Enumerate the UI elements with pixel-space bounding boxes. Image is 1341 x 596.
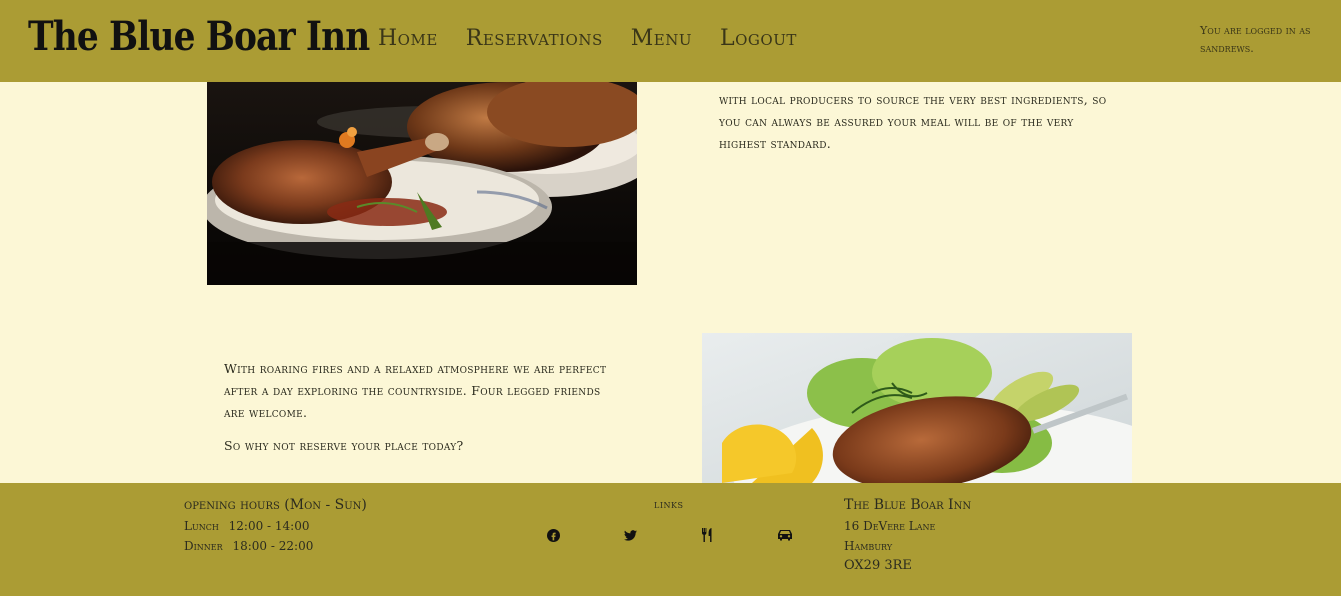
address-postcode: OX29 3RE (844, 558, 912, 573)
nav-home-link[interactable]: Home (378, 26, 438, 51)
address-name: The Blue Boar Inn (844, 497, 972, 513)
links-section: links (654, 497, 683, 511)
lunch-label: Lunch (184, 519, 219, 533)
lunch-time: 12:00 - 14:00 (228, 519, 310, 533)
facebook-icon[interactable] (545, 527, 561, 543)
atmosphere-paragraph: With roaring fires and a relaxed atmosph… (224, 361, 607, 420)
reserve-paragraph: So why not reserve your place today? (224, 438, 464, 453)
site-logo[interactable]: The Blue Boar Inn (28, 13, 370, 60)
salmon-dish-photo (702, 333, 1132, 483)
nav-menu-link[interactable]: Menu (631, 26, 692, 51)
roast-chicken-photo (207, 82, 637, 285)
main-nav: Home Reservations Menu Logout (378, 26, 797, 51)
site-header: The Blue Boar Inn Home Reservations Menu… (0, 0, 1341, 82)
dinner-hours: Dinner 18:00 - 22:00 (184, 539, 367, 553)
car-icon[interactable] (776, 527, 794, 543)
intro-text-bottom: With roaring fires and a relaxed atmosph… (224, 358, 624, 468)
address-town: Hambury (844, 539, 893, 553)
dinner-time: 18:00 - 22:00 (232, 539, 314, 553)
opening-hours-heading: opening hours (Mon - Sun) (184, 497, 367, 513)
address-block: The Blue Boar Inn 16 DeVere Lane Hambury… (844, 497, 971, 573)
opening-hours: opening hours (Mon - Sun) Lunch 12:00 - … (184, 497, 367, 553)
utensils-icon[interactable] (699, 527, 715, 543)
lunch-hours: Lunch 12:00 - 14:00 (184, 519, 367, 533)
twitter-icon[interactable] (622, 527, 638, 543)
links-heading: links (654, 497, 684, 511)
intro-text-top: with local producers to source the very … (719, 92, 1107, 151)
site-footer: opening hours (Mon - Sun) Lunch 12:00 - … (0, 483, 1341, 596)
nav-logout-link[interactable]: Logout (720, 26, 797, 51)
nav-reservations-link[interactable]: Reservations (466, 26, 603, 51)
dinner-label: Dinner (184, 539, 223, 553)
address-street: 16 DeVere Lane (844, 519, 936, 533)
login-status: You are logged in as sandrews. (1200, 24, 1311, 55)
